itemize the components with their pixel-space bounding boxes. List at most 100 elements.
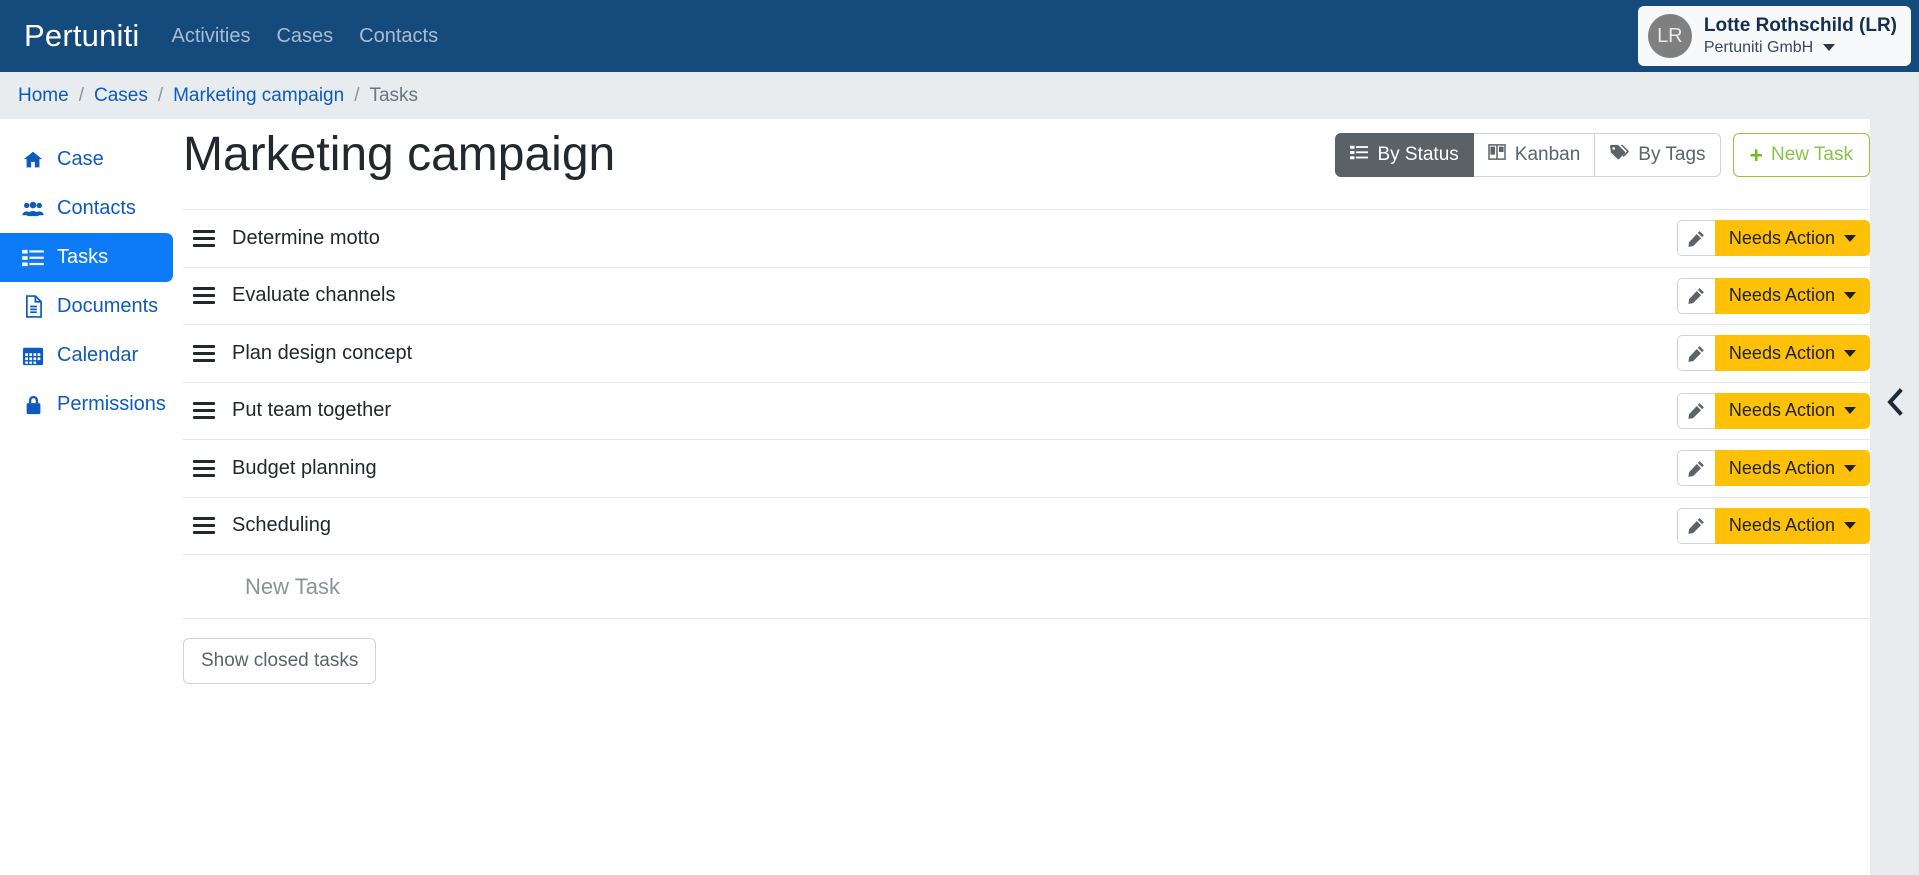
show-closed-tasks-button[interactable]: Show closed tasks [183,638,377,684]
nav-link-cases[interactable]: Cases [276,25,333,48]
drag-handle-icon[interactable] [193,459,215,477]
drag-handle-icon[interactable] [193,344,215,362]
sidebar-item-calendar[interactable]: Calendar [0,331,173,380]
task-row-left: Budget planning [193,457,377,480]
status-label: Needs Action [1728,342,1835,363]
home-icon [22,149,44,171]
status-badge[interactable]: Needs Action [1714,507,1870,544]
brand-logo[interactable]: Pertuniti [24,18,140,54]
user-name: Lotte Rothschild (LR) [1703,15,1897,37]
sidebar-item-tasks[interactable]: Tasks [0,233,173,282]
task-name[interactable]: Budget planning [232,457,377,480]
drag-handle-icon[interactable] [193,517,215,535]
chevron-down-icon [1844,464,1856,472]
task-name[interactable]: Plan design concept [232,342,412,365]
breadcrumb-separator: / [354,84,360,106]
sidebar-item-label: Contacts [57,197,136,219]
sidebar-item-permissions[interactable]: Permissions [0,380,173,429]
new-task-button-label: New Task [1770,144,1853,165]
chevron-down-icon [1844,234,1856,242]
tab-label: Kanban [1514,144,1581,165]
nav-link-activities[interactable]: Activities [172,25,251,48]
status-label: Needs Action [1728,227,1835,248]
chevron-down-icon[interactable] [1823,44,1836,52]
status-badge[interactable]: Needs Action [1714,277,1870,314]
edit-task-button[interactable] [1676,507,1715,544]
task-row-left: Determine motto [193,227,380,250]
tab-label: By Status [1377,144,1459,165]
new-task-inline-row[interactable]: New Task [183,554,1870,618]
sidebar-item-label: Documents [57,295,159,317]
tab-by-status[interactable]: By Status [1335,133,1474,177]
task-name[interactable]: Scheduling [232,514,331,537]
edit-task-button[interactable] [1676,392,1715,429]
page-title: Marketing campaign [183,128,616,181]
edit-task-button[interactable] [1676,335,1715,372]
status-badge[interactable]: Needs Action [1714,220,1870,257]
table-row: Evaluate channels Needs Action [183,266,1870,325]
tab-kanban[interactable]: Kanban [1473,133,1596,177]
status-badge[interactable]: Needs Action [1714,450,1870,487]
breadcrumb: Home / Cases / Marketing campaign / Task… [0,72,1919,119]
user-org-row: Pertuniti GmbH [1704,38,1897,58]
content-header: Marketing campaign By Status Kanban By T… [183,119,1870,209]
table-row: Budget planning Needs Action [183,439,1870,497]
task-row-left: Scheduling [193,514,331,537]
sidebar-item-label: Permissions [57,393,166,415]
sidebar-item-case[interactable]: Case [0,135,173,184]
drag-handle-icon[interactable] [193,229,215,247]
breadcrumb-item-marketing-campaign[interactable]: Marketing campaign [173,85,344,107]
edit-task-button[interactable] [1676,277,1715,314]
chevron-down-icon [1844,522,1856,530]
primary-nav: Activities Cases Contacts [172,25,439,48]
task-row-left: Plan design concept [193,342,412,365]
plus-icon: + [1749,141,1763,168]
chevron-left-icon[interactable] [1884,387,1906,422]
status-label: Needs Action [1728,285,1835,306]
table-row: Put team together Needs Action [183,381,1870,440]
top-navbar: Pertuniti Activities Cases Contacts LR L… [0,0,1919,72]
chevron-down-icon [1844,292,1856,300]
status-badge[interactable]: Needs Action [1714,335,1870,372]
drag-handle-icon[interactable] [193,287,215,305]
view-toggle-group: By Status Kanban By Tags [1335,133,1721,177]
page-body: Case Contacts Tasks Documents Calendar P… [0,119,1919,875]
tab-label: By Tags [1638,144,1706,165]
table-row: Plan design concept Needs Action [183,324,1870,382]
page-title-wrap: Marketing campaign [183,127,1335,182]
chevron-down-icon [1844,349,1856,357]
task-row-actions: Needs Action [1676,507,1870,544]
sidebar: Case Contacts Tasks Documents Calendar P… [0,119,183,875]
new-task-button[interactable]: + New Task [1732,133,1870,177]
tab-by-tags[interactable]: By Tags [1595,133,1721,177]
task-name[interactable]: Evaluate channels [232,284,395,307]
drag-handle-icon[interactable] [193,402,215,420]
edit-task-button[interactable] [1676,220,1715,257]
new-task-input[interactable]: New Task [245,574,340,600]
breadcrumb-item-cases[interactable]: Cases [94,85,148,107]
task-name[interactable]: Put team together [232,399,391,422]
breadcrumb-separator: / [157,84,164,106]
sidebar-item-label: Case [57,148,104,170]
task-list-footer: Show closed tasks [183,618,1870,684]
list-icon [1350,144,1369,166]
table-row: Scheduling Needs Action [183,496,1870,555]
task-row-actions: Needs Action [1676,335,1870,372]
breadcrumb-item-tasks: Tasks [369,84,419,106]
nav-link-contacts[interactable]: Contacts [359,25,438,48]
breadcrumb-item-home[interactable]: Home [18,85,69,107]
task-row-actions: Needs Action [1676,450,1870,487]
user-menu[interactable]: LR Lotte Rothschild (LR) Pertuniti GmbH [1637,6,1911,66]
calendar-icon [22,345,44,367]
sidebar-item-documents[interactable]: Documents [0,282,173,331]
main-content: Marketing campaign By Status Kanban By T… [183,119,1870,875]
status-badge[interactable]: Needs Action [1714,392,1870,429]
right-gutter [1870,119,1919,875]
tag-icon [1609,144,1630,166]
task-name[interactable]: Determine motto [232,227,380,250]
edit-task-button[interactable] [1676,450,1715,487]
task-row-actions: Needs Action [1676,277,1870,314]
list-icon [22,247,44,269]
users-icon [22,198,44,220]
sidebar-item-contacts[interactable]: Contacts [0,184,173,233]
